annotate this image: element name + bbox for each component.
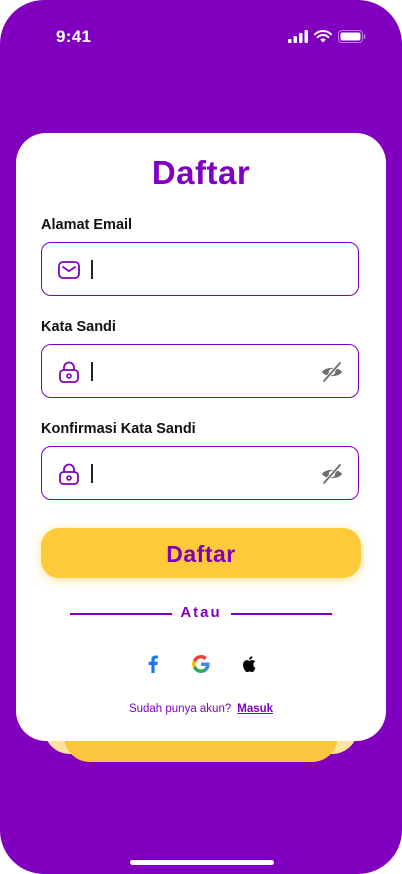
text-caret [91,464,93,483]
status-bar: 9:41 [0,0,402,70]
divider-line [231,613,332,615]
login-link[interactable]: Masuk [237,703,273,715]
email-label: Alamat Email [41,217,133,233]
text-caret [91,260,93,279]
lock-icon [59,463,79,485]
eye-off-icon[interactable] [320,462,344,486]
login-prompt: Sudah punya akun? Masuk [0,703,402,715]
envelope-icon [58,261,80,279]
page-title: Daftar [151,154,251,191]
login-prompt-text: Sudah punya akun? [128,703,232,715]
divider-text: Atau [180,604,222,621]
status-time: 9:41 [56,27,92,46]
lock-icon [59,361,79,383]
eye-off-icon[interactable] [320,360,344,384]
home-indicator[interactable] [130,860,274,865]
phone-screen: 9:41 Daftar Alamat Email Kata Sandi Konf… [0,0,402,874]
confirm-password-label: Konfirmasi Kata Sandi [41,421,196,437]
register-button[interactable]: Daftar [41,528,361,578]
email-field[interactable] [41,242,359,296]
email-input[interactable] [98,253,302,287]
status-icons [288,30,366,43]
google-icon[interactable] [189,652,213,676]
signal-icon [288,30,308,43]
confirm-password-input[interactable] [98,457,302,491]
text-caret [91,362,93,381]
wifi-icon [314,30,332,43]
apple-icon[interactable] [237,652,261,676]
password-label: Kata Sandi [41,319,116,335]
password-input[interactable] [98,355,302,389]
password-field[interactable] [41,344,359,398]
battery-icon [338,30,366,43]
facebook-icon[interactable] [141,652,165,676]
confirm-password-field[interactable] [41,446,359,500]
